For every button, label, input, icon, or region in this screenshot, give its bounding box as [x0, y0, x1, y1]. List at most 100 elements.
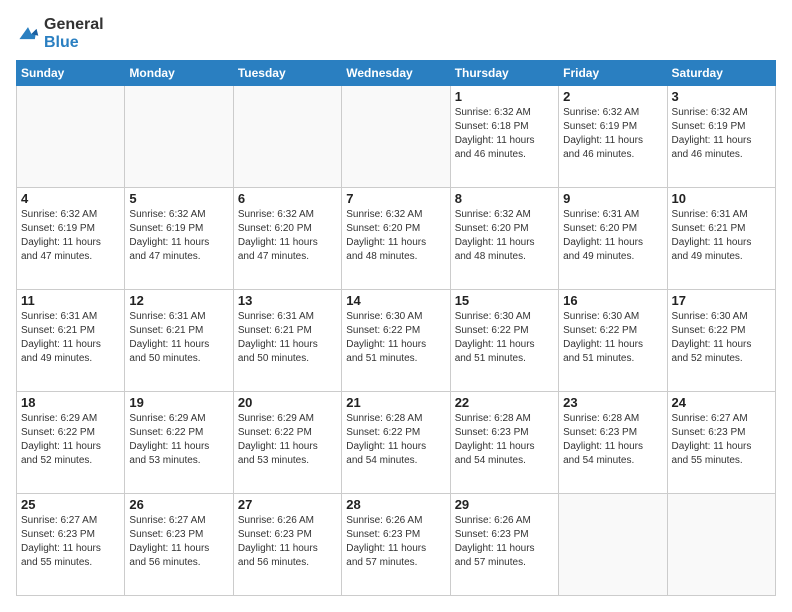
weekday-header: Thursday	[450, 61, 558, 86]
logo-icon	[16, 22, 40, 46]
calendar-cell: 15 Sunrise: 6:30 AMSunset: 6:22 PMDayligh…	[450, 290, 558, 392]
day-info: Sunrise: 6:30 AMSunset: 6:22 PMDaylight:…	[672, 310, 771, 366]
day-number: 25	[21, 497, 120, 512]
calendar-cell: 27Sunrise: 6:26 AMSunset: 6:23 PMDayligh…	[233, 494, 341, 596]
day-number: 27	[238, 497, 337, 512]
calendar-header-row: SundayMondayTuesdayWednesdayThursdayFrid…	[17, 61, 776, 86]
calendar-cell: 3 Sunrise: 6:32 AMSunset: 6:19 PMDaylight…	[667, 86, 775, 188]
day-number: 15	[455, 293, 554, 308]
calendar-cell: 5 Sunrise: 6:32 AMSunset: 6:19 PMDaylight…	[125, 188, 233, 290]
day-number: 14	[346, 293, 445, 308]
calendar-cell: 29Sunrise: 6:26 AMSunset: 6:23 PMDayligh…	[450, 494, 558, 596]
calendar-cell: 19 Sunrise: 6:29 AMSunset: 6:22 PMDayligh…	[125, 392, 233, 494]
calendar-cell: 1 Sunrise: 6:32 AMSunset: 6:18 PMDaylight…	[450, 86, 558, 188]
day-number: 28	[346, 497, 445, 512]
day-info: Sunrise: 6:28 AMSunset: 6:23 PMDaylight:…	[563, 412, 662, 468]
logo-text: General Blue	[44, 16, 104, 52]
day-info: Sunrise: 6:32 AMSunset: 6:19 PMDaylight:…	[129, 208, 228, 264]
day-info: Sunrise: 6:32 AMSunset: 6:18 PMDaylight:…	[455, 106, 554, 162]
day-number: 8	[455, 191, 554, 206]
calendar-cell: 28 Sunrise: 6:26 AMSunset: 6:23 PMDayligh…	[342, 494, 450, 596]
day-info: Sunrise: 6:28 AMSunset: 6:23 PMDaylight:…	[455, 412, 554, 468]
day-number: 18	[21, 395, 120, 410]
day-info: Sunrise: 6:29 AMSunset: 6:22 PMDaylight:…	[238, 412, 337, 468]
day-number: 6	[238, 191, 337, 206]
day-number: 11	[21, 293, 120, 308]
calendar-cell: 24 Sunrise: 6:27 AMSunset: 6:23 PMDayligh…	[667, 392, 775, 494]
day-number: 20	[238, 395, 337, 410]
day-number: 1	[455, 89, 554, 104]
weekday-header: Friday	[559, 61, 667, 86]
calendar-cell: 10 Sunrise: 6:31 AMSunset: 6:21 PMDayligh…	[667, 188, 775, 290]
calendar-cell: 23 Sunrise: 6:28 AMSunset: 6:23 PMDayligh…	[559, 392, 667, 494]
calendar-week-row: 18 Sunrise: 6:29 AMSunset: 6:22 PMDayligh…	[17, 392, 776, 494]
day-info: Sunrise: 6:28 AMSunset: 6:22 PMDaylight:…	[346, 412, 445, 468]
day-info: Sunrise: 6:29 AMSunset: 6:22 PMDaylight:…	[21, 412, 120, 468]
day-info: Sunrise: 6:27 AMSunset: 6:23 PMDaylight:…	[129, 514, 228, 570]
day-info: Sunrise: 6:30 AMSunset: 6:22 PMDaylight:…	[455, 310, 554, 366]
day-number: 7	[346, 191, 445, 206]
calendar-cell: 18 Sunrise: 6:29 AMSunset: 6:22 PMDayligh…	[17, 392, 125, 494]
logo: General Blue	[16, 16, 104, 52]
day-number: 19	[129, 395, 228, 410]
weekday-header: Tuesday	[233, 61, 341, 86]
calendar-cell: 26 Sunrise: 6:27 AMSunset: 6:23 PMDayligh…	[125, 494, 233, 596]
day-info: Sunrise: 6:32 AMSunset: 6:20 PMDaylight:…	[455, 208, 554, 264]
calendar-week-row: 11 Sunrise: 6:31 AMSunset: 6:21 PMDayligh…	[17, 290, 776, 392]
day-number: 5	[129, 191, 228, 206]
calendar-cell: 13Sunrise: 6:31 AMSunset: 6:21 PMDayligh…	[233, 290, 341, 392]
day-number: 3	[672, 89, 771, 104]
calendar-cell	[667, 494, 775, 596]
calendar-cell: 16Sunrise: 6:30 AMSunset: 6:22 PMDayligh…	[559, 290, 667, 392]
day-info: Sunrise: 6:31 AMSunset: 6:20 PMDaylight:…	[563, 208, 662, 264]
day-number: 13	[238, 293, 337, 308]
day-number: 2	[563, 89, 662, 104]
day-number: 26	[129, 497, 228, 512]
day-number: 24	[672, 395, 771, 410]
calendar-cell: 2Sunrise: 6:32 AMSunset: 6:19 PMDaylight…	[559, 86, 667, 188]
day-number: 4	[21, 191, 120, 206]
calendar-cell: 25 Sunrise: 6:27 AMSunset: 6:23 PMDayligh…	[17, 494, 125, 596]
calendar-cell: 11 Sunrise: 6:31 AMSunset: 6:21 PMDayligh…	[17, 290, 125, 392]
calendar-cell: 6Sunrise: 6:32 AMSunset: 6:20 PMDaylight…	[233, 188, 341, 290]
calendar-cell: 4 Sunrise: 6:32 AMSunset: 6:19 PMDaylight…	[17, 188, 125, 290]
day-number: 16	[563, 293, 662, 308]
day-number: 23	[563, 395, 662, 410]
calendar-week-row: 25 Sunrise: 6:27 AMSunset: 6:23 PMDayligh…	[17, 494, 776, 596]
day-number: 10	[672, 191, 771, 206]
day-info: Sunrise: 6:27 AMSunset: 6:23 PMDaylight:…	[21, 514, 120, 570]
calendar-week-row: 4 Sunrise: 6:32 AMSunset: 6:19 PMDaylight…	[17, 188, 776, 290]
page: General Blue SundayMondayTuesdayWednesda…	[0, 0, 792, 612]
calendar-cell: 8 Sunrise: 6:32 AMSunset: 6:20 PMDaylight…	[450, 188, 558, 290]
header: General Blue	[16, 16, 776, 52]
day-number: 12	[129, 293, 228, 308]
day-info: Sunrise: 6:26 AMSunset: 6:23 PMDaylight:…	[346, 514, 445, 570]
day-info: Sunrise: 6:32 AMSunset: 6:19 PMDaylight:…	[21, 208, 120, 264]
weekday-header: Sunday	[17, 61, 125, 86]
calendar-cell	[559, 494, 667, 596]
day-info: Sunrise: 6:32 AMSunset: 6:19 PMDaylight:…	[672, 106, 771, 162]
calendar-cell: 14 Sunrise: 6:30 AMSunset: 6:22 PMDayligh…	[342, 290, 450, 392]
day-number: 17	[672, 293, 771, 308]
day-info: Sunrise: 6:31 AMSunset: 6:21 PMDaylight:…	[672, 208, 771, 264]
calendar-cell: 22Sunrise: 6:28 AMSunset: 6:23 PMDayligh…	[450, 392, 558, 494]
day-number: 21	[346, 395, 445, 410]
day-info: Sunrise: 6:29 AMSunset: 6:22 PMDaylight:…	[129, 412, 228, 468]
day-info: Sunrise: 6:26 AMSunset: 6:23 PMDaylight:…	[455, 514, 554, 570]
day-info: Sunrise: 6:30 AMSunset: 6:22 PMDaylight:…	[346, 310, 445, 366]
calendar-cell: 21 Sunrise: 6:28 AMSunset: 6:22 PMDayligh…	[342, 392, 450, 494]
calendar-week-row: 1 Sunrise: 6:32 AMSunset: 6:18 PMDaylight…	[17, 86, 776, 188]
calendar-cell: 7 Sunrise: 6:32 AMSunset: 6:20 PMDaylight…	[342, 188, 450, 290]
calendar-cell: 9 Sunrise: 6:31 AMSunset: 6:20 PMDaylight…	[559, 188, 667, 290]
calendar-cell: 17 Sunrise: 6:30 AMSunset: 6:22 PMDayligh…	[667, 290, 775, 392]
calendar-cell: 20 Sunrise: 6:29 AMSunset: 6:22 PMDayligh…	[233, 392, 341, 494]
day-info: Sunrise: 6:31 AMSunset: 6:21 PMDaylight:…	[21, 310, 120, 366]
calendar-cell	[342, 86, 450, 188]
weekday-header: Monday	[125, 61, 233, 86]
calendar-cell: 12 Sunrise: 6:31 AMSunset: 6:21 PMDayligh…	[125, 290, 233, 392]
day-info: Sunrise: 6:27 AMSunset: 6:23 PMDaylight:…	[672, 412, 771, 468]
calendar-cell	[17, 86, 125, 188]
day-info: Sunrise: 6:32 AMSunset: 6:20 PMDaylight:…	[346, 208, 445, 264]
day-number: 9	[563, 191, 662, 206]
day-info: Sunrise: 6:31 AMSunset: 6:21 PMDaylight:…	[129, 310, 228, 366]
